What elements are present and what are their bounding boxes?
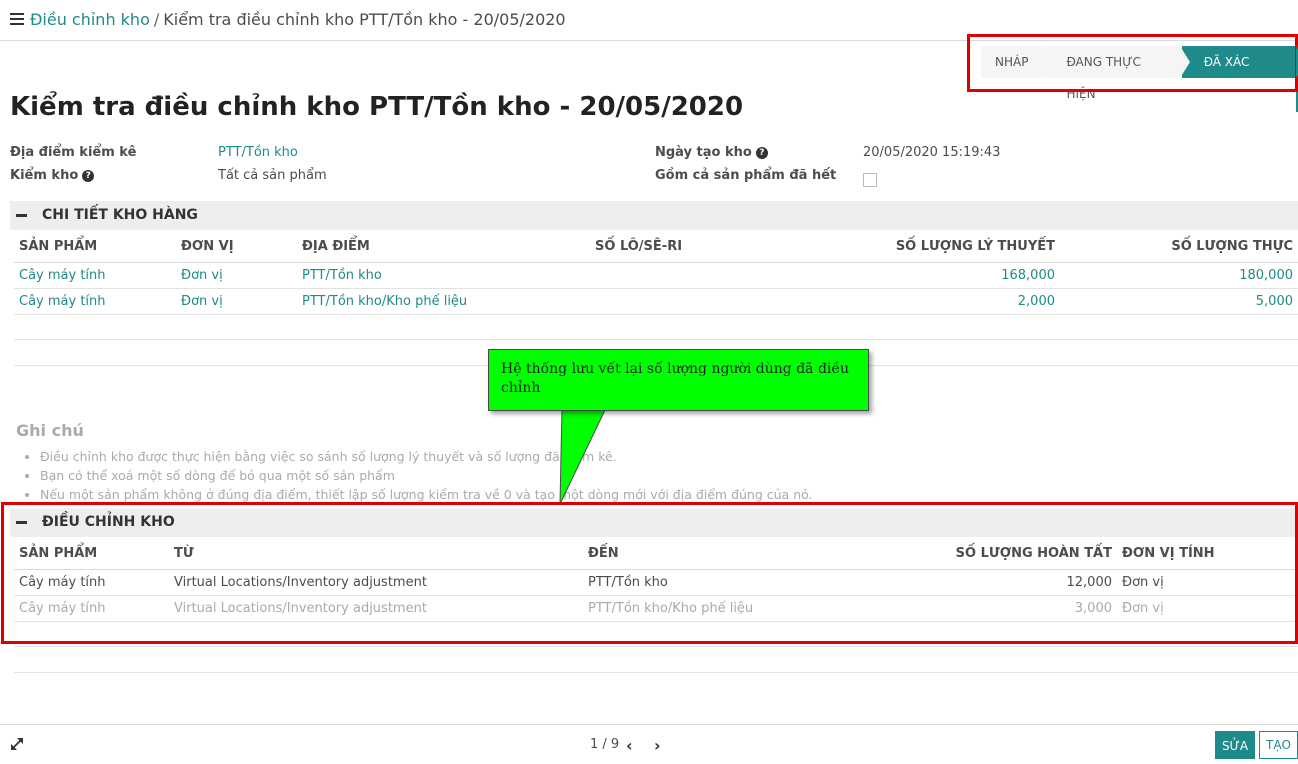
column-header[interactable]: SỐ LƯỢNG LÝ THUYẾT [740,232,1060,263]
note-item: Điều chỉnh kho được thực hiện bằng việc … [40,447,813,466]
pager-value: 1 / 9 [590,737,620,752]
column-header[interactable]: SỐ LƯỢNG THỰC [1060,232,1298,263]
real-qty-cell[interactable]: 180,000 [1060,262,1298,289]
empty-row-divider [14,672,1298,673]
empty-row-divider [14,646,1298,647]
real-qty-cell[interactable]: 5,000 [1060,288,1298,315]
breadcrumb-current: Kiểm tra điều chỉnh kho PTT/Tồn kho - 20… [163,10,566,29]
footer-divider [0,724,1298,725]
column-header[interactable]: SẢN PHẨM [14,232,176,263]
lot-cell [590,288,740,315]
highlight-adjust-box [1,502,1298,644]
details-section-header[interactable]: CHI TIẾT KHO HÀNG [10,201,1298,230]
column-header[interactable]: ĐƠN VỊ [176,232,297,263]
location-label: Địa điểm kiểm kê [10,145,137,160]
annotation-callout: Hệ thống lưu vết lại số lượng người dùng… [488,349,869,411]
details-table: SẢN PHẨM ĐƠN VỊ ĐỊA ĐIỂM SỐ LÔ/SÊ-RI SỐ … [14,232,1298,315]
date-label-text: Ngày tạo kho [655,145,752,160]
theoretical-qty-cell: 168,000 [740,262,1060,289]
breadcrumb-parent-link[interactable]: Điều chỉnh kho [30,10,150,29]
location-cell[interactable]: PTT/Tồn kho/Kho phế liệu [297,288,590,315]
inventory-label: Kiểm kho? [10,168,95,183]
help-icon[interactable]: ? [755,147,768,159]
callout-pointer [559,408,607,505]
column-header[interactable]: SỐ LÔ/SÊ-RI [590,232,740,263]
product-cell[interactable]: Cây máy tính [14,288,176,315]
location-cell[interactable]: PTT/Tồn kho [297,262,590,289]
unit-cell[interactable]: Đơn vị [176,262,297,289]
edit-button[interactable]: SỬA [1215,731,1255,759]
inventory-label-text: Kiểm kho [10,168,79,183]
theoretical-qty-cell: 2,000 [740,288,1060,315]
column-header[interactable]: ĐỊA ĐIỂM [297,232,590,263]
product-cell[interactable]: Cây máy tính [14,262,176,289]
breadcrumb-separator: / [153,10,160,29]
chevron-right-icon[interactable]: › [654,736,661,755]
details-section-title: CHI TIẾT KHO HÀNG [42,207,198,223]
highlight-status-box [967,34,1298,92]
exhausted-checkbox[interactable] [863,173,877,187]
note-item: Bạn có thể xoá một số dòng để bỏ qua một… [40,466,813,485]
breadcrumb: Điều chỉnh kho / Kiểm tra điều chỉnh kho P… [30,10,566,29]
lot-cell [590,262,740,289]
notes-title: Ghi chú [16,421,84,440]
create-button[interactable]: TẠO [1259,731,1298,759]
table-row[interactable]: Cây máy tính Đơn vị PTT/Tồn kho/Kho phế … [14,288,1298,315]
help-icon[interactable]: ? [82,170,95,182]
inventory-value: Tất cả sản phẩm [218,168,327,183]
collapse-icon[interactable] [16,214,27,217]
date-value: 20/05/2020 15:19:43 [863,145,1001,160]
chevron-left-icon[interactable]: ‹ [626,736,633,755]
page-title: Kiểm tra điều chỉnh kho PTT/Tồn kho - 20… [10,92,744,122]
menu-icon[interactable] [10,13,24,25]
exhausted-label: Gồm cả sản phẩm đã hết [655,168,837,183]
unit-cell[interactable]: Đơn vị [176,288,297,315]
notes-list: Điều chỉnh kho được thực hiện bằng việc … [40,447,813,504]
empty-row-divider [14,339,1298,340]
date-label: Ngày tạo kho? [655,145,768,160]
expand-icon[interactable] [10,737,24,751]
location-value-link[interactable]: PTT/Tồn kho [218,145,298,160]
table-row[interactable]: Cây máy tính Đơn vị PTT/Tồn kho 168,000 … [14,262,1298,289]
